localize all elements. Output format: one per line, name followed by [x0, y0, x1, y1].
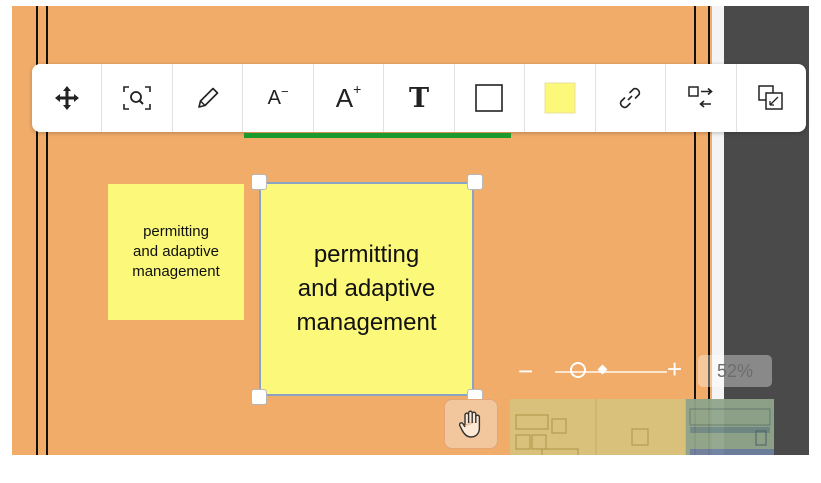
- move-icon: [54, 86, 79, 110]
- pencil-button[interactable]: [173, 64, 244, 132]
- zoom-out-button[interactable]: −: [518, 357, 533, 385]
- plus-sign: +: [353, 81, 362, 97]
- text-style-icon: T: [408, 82, 430, 114]
- hand-icon: [458, 410, 481, 438]
- minus-sign: −: [280, 83, 289, 99]
- move-button[interactable]: [32, 64, 103, 132]
- zoom-controls: − + 52%: [515, 355, 775, 389]
- fill-color-button[interactable]: [525, 64, 596, 132]
- layer-button[interactable]: [737, 64, 806, 132]
- sticky-note-selected-text: permitting and adaptive management: [296, 241, 437, 336]
- border-icon: [475, 84, 504, 112]
- resize-handle-top-left[interactable]: [251, 174, 267, 190]
- sticky-note-selected[interactable]: permitting and adaptive management: [259, 182, 474, 396]
- link-icon: [620, 87, 641, 109]
- link-button[interactable]: [596, 64, 667, 132]
- swap-icon: [688, 86, 713, 108]
- zoom-percentage[interactable]: 52%: [698, 355, 772, 387]
- zoom-to-fit-icon: [123, 86, 151, 110]
- resize-handle-bottom-left[interactable]: [251, 389, 267, 405]
- pencil-icon: [197, 87, 218, 108]
- pan-tool-button[interactable]: [444, 399, 498, 449]
- sticky-note[interactable]: permitting and adaptive management: [108, 184, 244, 320]
- text-style-button[interactable]: T: [384, 64, 455, 132]
- increase-font-label: A: [335, 82, 354, 113]
- border-button[interactable]: [455, 64, 526, 132]
- decrease-font-button[interactable]: A −: [243, 64, 314, 132]
- active-group-indicator: [244, 133, 511, 138]
- decrease-font-label: A: [267, 86, 281, 109]
- increase-font-button[interactable]: A +: [314, 64, 385, 132]
- zoom-slider-knob[interactable]: [570, 362, 586, 378]
- swap-button[interactable]: [666, 64, 737, 132]
- zoom-in-button[interactable]: +: [667, 355, 682, 383]
- layer-icon: [758, 85, 783, 110]
- zoom-to-fit-button[interactable]: [102, 64, 173, 132]
- resize-handle-top-right[interactable]: [467, 174, 483, 190]
- sticky-note-text: permitting and adaptive management: [132, 223, 220, 280]
- minimap[interactable]: [510, 399, 774, 455]
- fill-color-icon: [544, 82, 576, 114]
- minimap-preview: [515, 399, 774, 455]
- context-toolbar: A − A + T: [32, 64, 806, 132]
